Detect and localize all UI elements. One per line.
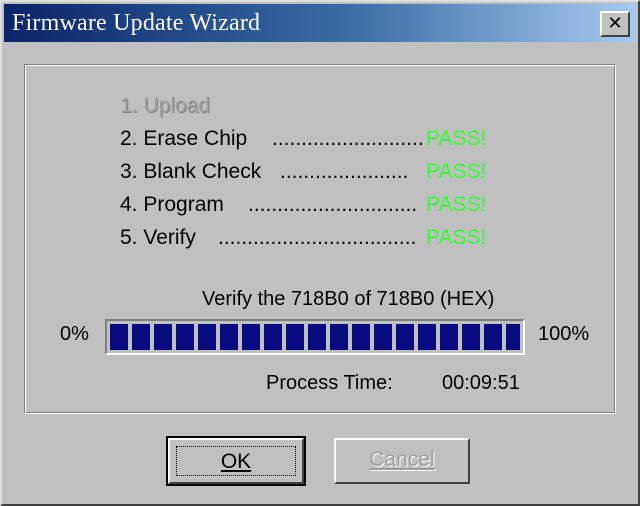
progress-fill xyxy=(110,324,520,350)
progress-caption: Verify the 718B0 of 718B0 (HEX) xyxy=(202,288,495,310)
step-leader-dots: ...................... xyxy=(280,160,409,183)
step-label: 2. Erase Chip xyxy=(120,127,248,150)
step-leader-dots: .......................... xyxy=(272,127,424,150)
title-bar[interactable]: Firmware Update Wizard ✕ xyxy=(4,4,636,42)
window-title: Firmware Update Wizard xyxy=(12,10,261,36)
step-status: PASS! xyxy=(426,127,487,150)
step-program: 4. Program .............................… xyxy=(120,189,520,222)
step-blank-check: 3. Blank Check ...................... PA… xyxy=(120,156,520,189)
step-leader-dots: ............................. xyxy=(248,193,418,216)
step-list: 1. Upload 2. Erase Chip ................… xyxy=(120,90,520,255)
progress-bar xyxy=(105,319,525,355)
step-label: 5. Verify xyxy=(120,226,196,249)
step-label: 3. Blank Check xyxy=(120,160,262,183)
progress-min-label: 0% xyxy=(60,323,89,345)
firmware-update-dialog: Firmware Update Wizard ✕ 1. Upload 2. Er… xyxy=(0,0,640,506)
close-icon: ✕ xyxy=(607,13,623,34)
step-status: PASS! xyxy=(426,160,487,183)
step-label: 4. Program xyxy=(120,193,224,216)
cancel-label: Cancel xyxy=(369,448,435,471)
close-button[interactable]: ✕ xyxy=(600,11,630,37)
step-label: 1. Upload xyxy=(120,94,210,117)
step-upload: 1. Upload xyxy=(120,90,520,123)
ok-button[interactable]: OK xyxy=(166,436,306,486)
process-time-label: Process Time: xyxy=(266,372,393,394)
step-status: PASS! xyxy=(426,226,487,249)
process-time-value: 00:09:51 xyxy=(442,372,520,394)
step-leader-dots: .................................. xyxy=(218,226,417,249)
ok-label: OK xyxy=(220,450,252,473)
progress-max-label: 100% xyxy=(538,323,590,345)
step-verify: 5. Verify ..............................… xyxy=(120,222,520,255)
ok-focus-ring: OK xyxy=(176,446,296,476)
progress-track xyxy=(110,324,520,350)
step-erase-chip: 2. Erase Chip ..........................… xyxy=(120,123,520,156)
step-status: PASS! xyxy=(426,193,487,216)
cancel-button[interactable]: Cancel xyxy=(334,438,470,484)
